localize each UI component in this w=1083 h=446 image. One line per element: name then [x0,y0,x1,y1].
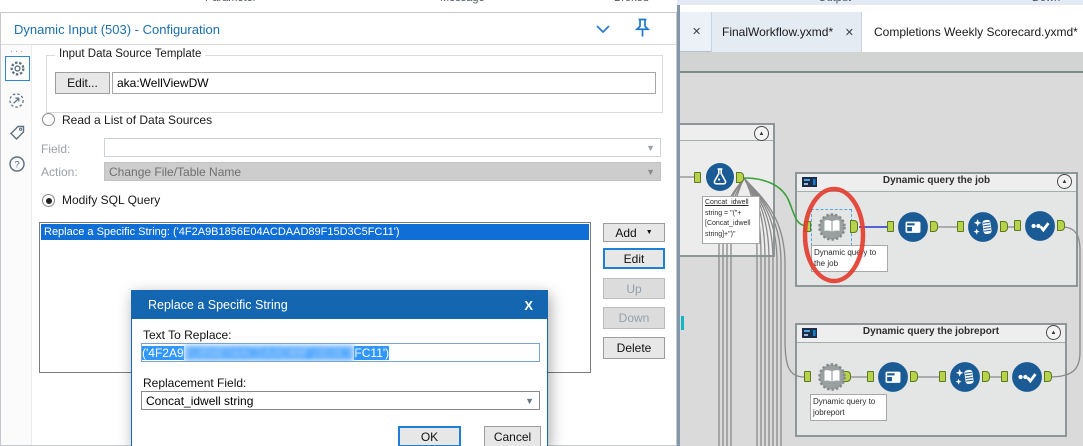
arrow-circle-icon [9,93,24,108]
text-to-replace-label: Text To Replace: [143,328,232,342]
tab-configuration[interactable] [5,56,30,81]
question-icon: ? [8,155,25,172]
unique-tool-job[interactable] [1024,210,1056,247]
cleansing-tool-jobreport[interactable] [949,361,981,398]
gear-icon [10,61,25,76]
delete-button[interactable]: Delete [603,337,665,359]
replacement-field-label: Replacement Field: [143,376,247,390]
cropped-results-header-strip: Parameter Message Broked Output Down [0,0,1083,5]
add-button-label: Add [615,225,637,240]
cropped-strip-right-bg [677,0,1083,5]
jobreport-tool-annotation[interactable]: Dynamic query to jobreport [810,394,887,421]
field-label: Field: [41,142,71,156]
input-anchor[interactable] [939,371,946,382]
alteryx-designer-window: Parameter Message Broked Output Down Dyn… [0,0,1083,446]
formula-tool[interactable] [705,162,735,197]
workflow-canvas[interactable]: ▲ Dynamic query the job ▲ Dynamic query … [680,52,1083,446]
panel-title: Dynamic Input (503) - Configuration [14,22,220,37]
output-anchor[interactable] [1057,220,1065,231]
radio-read-list[interactable] [42,113,55,126]
cropped-col-down: Down [1032,0,1060,4]
template-path-field[interactable]: aka:WellViewDW [112,72,656,94]
add-button[interactable]: Add ▼ [603,223,665,242]
input-anchor[interactable] [887,221,894,232]
check-dots-icon [1031,223,1036,229]
input-anchor[interactable] [804,371,811,382]
pin-icon[interactable] [634,18,651,38]
select-tool-jobreport[interactable] [877,361,909,398]
red-highlight-circle [802,186,866,284]
tab-completions-weekly-scorecard[interactable]: Completions Weekly Scorecard.yxmd* [862,12,1083,52]
tag-icon [9,125,24,140]
hidden-tab-close-icon[interactable]: ✕ [692,25,701,38]
ok-button[interactable]: OK [398,426,461,446]
cropped-col-output: Output [818,0,851,4]
cropped-col-message: Message [440,0,485,4]
text-to-replace-input[interactable]: ('4F2A9 B1856E04ACDAAD89F15D3C5 FC11') [141,343,540,362]
text-to-replace-prefix: ('4F2A9 [142,345,184,360]
panel-grip-dots[interactable]: ... [10,43,25,55]
replacement-field-select[interactable]: Concat_idwell string ▼ [141,391,540,410]
dialog-title: Replace a Specific String [148,298,288,312]
output-anchor[interactable] [910,371,918,382]
input-anchor[interactable] [1014,220,1021,231]
tab-finalworkflow[interactable]: FinalWorkflow.yxmd* ✕ [711,12,862,52]
action-select: Change File/Table Name ▼ [104,162,661,181]
tab-completions-label: Completions Weekly Scorecard.yxmd* [874,25,1078,39]
down-button: Down [603,307,665,329]
radio-modify-sql[interactable] [42,194,55,207]
formula-annotation[interactable]: Concat_idwell string = "("+ [Concat_idwe… [702,196,760,244]
radio-read-list-label: Read a List of Data Sources [62,113,213,127]
field-chevron-icon: ▼ [646,142,655,153]
text-to-replace-suffix: FC11') [354,345,390,360]
unique-tool-jobreport[interactable] [1011,361,1043,398]
cleansing-tool-job[interactable] [967,211,999,248]
svg-text:?: ? [14,159,19,170]
replacement-chevron-icon: ▼ [525,395,534,406]
add-caret-down-icon: ▼ [645,229,653,236]
configuration-title-bar: Dynamic Input (503) - Configuration [1,13,676,45]
cropped-col-parameter: Parameter [205,0,256,4]
up-button: Up [603,278,665,299]
output-anchor[interactable] [1000,221,1008,232]
output-anchor[interactable] [736,172,744,183]
template-group-box: Input Data Source Template Edit... aka:W… [46,48,663,113]
sql-action-item-selected[interactable]: Replace a Specific String: ('4F2A9B1856E… [41,224,589,240]
tab-navigation[interactable] [5,89,28,112]
action-chevron-icon: ▼ [646,166,655,177]
workflow-tab-bar: ✕ FinalWorkflow.yxmd* ✕ Completions Week… [680,12,1083,52]
action-select-value: Change File/Table Name [109,164,242,179]
action-label: Action: [41,165,78,179]
input-anchor[interactable] [1001,371,1008,382]
dialog-title-bar[interactable]: Replace a Specific String X [132,291,547,319]
tab-annotation[interactable] [5,121,28,144]
output-anchor[interactable] [982,371,990,382]
teal-marker [681,316,684,330]
tab-finalworkflow-close-icon[interactable]: ✕ [845,26,854,39]
input-anchor[interactable] [957,221,964,232]
replace-string-dialog: Replace a Specific String X Text To Repl… [131,290,548,446]
select-tool-job[interactable] [897,211,929,248]
output-anchor[interactable] [1044,371,1052,382]
radio-modify-sql-label: Modify SQL Query [62,193,161,207]
tab-finalworkflow-label: FinalWorkflow.yxmd* [722,25,834,39]
text-to-replace-redacted: B1856E04ACDAAD89F15D3C5 [183,345,355,360]
dialog-close-icon[interactable]: X [524,298,533,313]
input-anchor[interactable] [867,371,874,382]
config-sidebar: ... ? [1,43,32,445]
cancel-button[interactable]: Cancel [484,426,541,446]
cropped-col-broked: Broked [614,0,649,4]
output-anchor[interactable] [930,221,938,232]
tab-help[interactable]: ? [5,152,28,175]
input-anchor[interactable] [694,172,701,183]
replacement-field-value: Concat_idwell string [146,393,254,408]
edit-template-button[interactable]: Edit... [55,72,110,94]
check-dots-icon [1018,374,1023,380]
chevron-down-icon[interactable] [595,24,611,34]
field-select[interactable]: ▼ [104,138,661,157]
dynamic-input-tool-jobreport[interactable] [817,362,847,397]
template-group-label: Input Data Source Template [55,48,206,60]
edit-action-button[interactable]: Edit [603,248,665,269]
